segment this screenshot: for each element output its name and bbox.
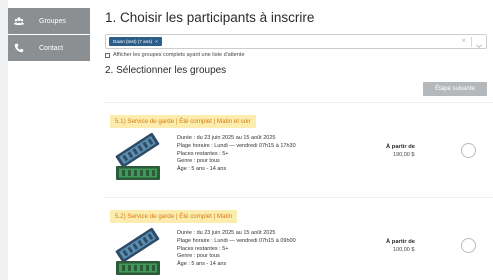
sidebar-item-groupes[interactable]: Groupes bbox=[8, 8, 90, 34]
divider bbox=[105, 102, 493, 103]
clear-selection-button[interactable]: × bbox=[461, 36, 466, 45]
group-schedule: Plage horaire : Lundi — vendredi 07h15 à… bbox=[177, 237, 296, 244]
next-step-button[interactable]: Étape suivante bbox=[423, 82, 487, 96]
step-1-title: 1. Choisir les participants à inscrire bbox=[105, 10, 315, 25]
group-places: Places restantes : 5+ bbox=[177, 150, 229, 157]
show-full-groups-option[interactable]: Afficher les groupes complets ayant une … bbox=[105, 51, 245, 59]
group-details: Durée : du 23 juin 2025 au 15 août 2025 … bbox=[177, 230, 296, 269]
price-value: 100,00 $ bbox=[393, 247, 415, 253]
sidebar-item-contact[interactable]: Contact bbox=[8, 35, 90, 61]
group-icon bbox=[8, 16, 30, 26]
sidebar-item-label: Groupes bbox=[39, 17, 66, 25]
main-content: 1. Choisir les participants à inscrire D… bbox=[95, 0, 493, 280]
price-value: 190,00 $ bbox=[393, 152, 415, 158]
select-group-radio[interactable] bbox=[461, 143, 476, 158]
group-title: 5.2) Service de garde | Été complet | Ma… bbox=[110, 210, 238, 223]
group-places: Places restantes : 5+ bbox=[177, 245, 229, 252]
group-duration: Durée : du 23 juin 2025 au 15 août 2025 bbox=[177, 230, 276, 236]
participant-select[interactable]: Dawn (test) (7 ans) × × bbox=[105, 34, 487, 49]
group-schedule: Plage horaire : Lundi — vendredi 07h15 à… bbox=[177, 142, 296, 149]
divider bbox=[105, 197, 493, 198]
group-title: 5.1) Service de garde | Été complet | Ma… bbox=[110, 115, 256, 128]
show-full-groups-checkbox[interactable] bbox=[105, 52, 110, 58]
chevron-down-icon[interactable] bbox=[475, 37, 483, 49]
select-separator bbox=[471, 37, 472, 47]
ticket-icon bbox=[110, 132, 166, 185]
left-strip bbox=[0, 0, 8, 280]
group-age: Âge : 5 ans - 14 ans bbox=[177, 261, 227, 268]
participant-chip: Dawn (test) (7 ans) × bbox=[109, 37, 162, 46]
price-label: À partir de bbox=[386, 144, 415, 150]
chip-remove-button[interactable]: × bbox=[155, 39, 158, 44]
phone-icon bbox=[8, 43, 30, 53]
participant-chip-label: Dawn (test) (7 ans) bbox=[113, 39, 153, 44]
sidebar: Groupes Contact bbox=[8, 0, 90, 280]
show-full-groups-label: Afficher les groupes complets ayant une … bbox=[113, 52, 245, 58]
select-group-radio[interactable] bbox=[461, 238, 476, 253]
group-age: Âge : 5 ans - 14 ans bbox=[177, 166, 227, 173]
group-duration: Durée : du 23 juin 2025 au 15 août 2025 bbox=[177, 135, 276, 141]
ticket-icon bbox=[110, 227, 166, 280]
sidebar-item-label: Contact bbox=[39, 44, 64, 52]
group-details: Durée : du 23 juin 2025 au 15 août 2025 … bbox=[177, 135, 296, 174]
price-label: À partir de bbox=[386, 239, 415, 245]
step-2-title: 2. Sélectionner les groupes bbox=[105, 65, 227, 76]
